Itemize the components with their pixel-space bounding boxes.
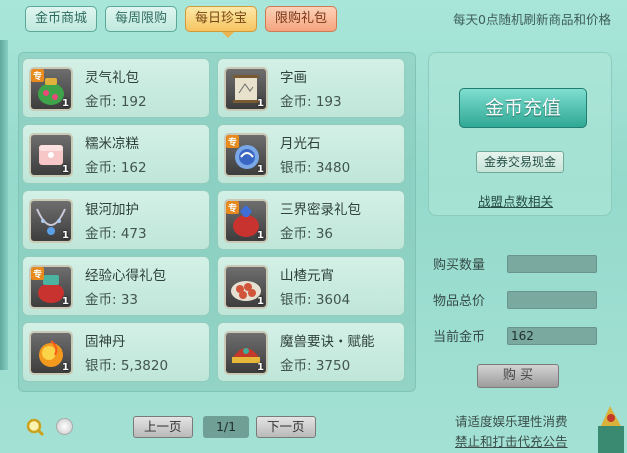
item-price: 金币: 33 (85, 292, 139, 308)
item-quantity: 1 (257, 98, 264, 109)
item-quantity: 1 (62, 164, 69, 175)
experience-bag-icon: 专 1 (29, 265, 73, 309)
item-card[interactable]: 1 字画 金币: 193 (217, 58, 405, 118)
item-name: 银河加护 (85, 202, 139, 218)
item-price: 银币: 3480 (280, 160, 351, 176)
tab-weekly-limit[interactable]: 每周限购 (105, 6, 178, 32)
galaxy-necklace-icon: 1 (29, 199, 73, 243)
union-points-link[interactable]: 战盟点数相关 (478, 191, 553, 210)
tab-daily-treasure[interactable]: 每日珍宝 (185, 6, 258, 32)
item-card[interactable]: 1 山楂元宵 银币: 3604 (217, 256, 405, 316)
exclusive-tag: 专 (226, 135, 240, 148)
total-price-label: 物品总价 (433, 294, 486, 309)
item-price: 金币: 193 (280, 94, 342, 110)
item-price: 金币: 36 (280, 226, 334, 242)
scroll-painting-icon: 1 (224, 67, 268, 111)
prev-page-button[interactable]: 上一页 (133, 416, 193, 438)
responsible-spending-text: 请适度娱乐理性消费 (455, 414, 568, 429)
item-card[interactable]: 1 固神丹 银币: 5,3820 (22, 322, 210, 382)
toggle-dot[interactable] (56, 418, 73, 435)
tab-gold-mall[interactable]: 金币商城 (25, 6, 98, 32)
item-name: 魔兽要诀・赋能 (280, 334, 375, 350)
spirit-bag-icon: 专 1 (29, 67, 73, 111)
item-quantity: 1 (62, 362, 69, 373)
exclusive-tag: 专 (31, 267, 45, 280)
item-card[interactable]: 1 魔兽要诀・赋能 金币: 3750 (217, 322, 405, 382)
rice-cake-icon: 1 (29, 133, 73, 177)
item-quantity: 1 (62, 296, 69, 307)
item-card[interactable]: 专 1 经验心得礼包 金币: 33 (22, 256, 210, 316)
gold-recharge-button[interactable]: 金币充值 (459, 88, 587, 128)
total-price-field (507, 291, 597, 309)
item-price: 银币: 5,3820 (85, 358, 169, 374)
item-price: 金币: 192 (85, 94, 147, 110)
secret-record-bag-icon: 专 1 (224, 199, 268, 243)
buy-button[interactable]: 购 买 (477, 364, 559, 388)
item-quantity: 1 (257, 164, 264, 175)
current-gold-label: 当前金币 (433, 330, 486, 345)
item-card[interactable]: 专 1 月光石 银币: 3480 (217, 124, 405, 184)
purchase-qty-field[interactable] (507, 255, 597, 273)
item-price: 银币: 3604 (280, 292, 351, 308)
exclusive-tag: 专 (226, 201, 240, 214)
item-name: 固神丹 (85, 334, 126, 350)
item-name: 山楂元宵 (280, 268, 334, 284)
item-card[interactable]: 专 1 灵气礼包 金币: 192 (22, 58, 210, 118)
item-card[interactable]: 专 1 三界密录礼包 金币: 36 (217, 190, 405, 250)
item-quantity: 1 (62, 230, 69, 241)
active-tab-pointer (222, 32, 234, 38)
beast-hat-icon: 1 (224, 331, 268, 375)
item-price: 金币: 162 (85, 160, 147, 176)
item-name: 灵气礼包 (85, 70, 139, 86)
item-quantity: 1 (62, 98, 69, 109)
refresh-notice: 每天0点随机刷新商品和价格 (453, 12, 611, 27)
exclusive-tag: 专 (31, 69, 45, 82)
item-name: 三界密录礼包 (280, 202, 361, 218)
next-page-button[interactable]: 下一页 (256, 416, 316, 438)
item-quantity: 1 (257, 362, 264, 373)
item-quantity: 1 (257, 230, 264, 241)
current-gold-field: 162 (507, 327, 597, 345)
tab-bar: 金币商城 每周限购 每日珍宝 限购礼包 (25, 6, 338, 32)
item-card[interactable]: 1 银河加护 金币: 473 (22, 190, 210, 250)
left-border-decoration (0, 40, 8, 370)
page-indicator: 1/1 (203, 416, 249, 438)
item-name: 月光石 (280, 136, 321, 152)
purchase-qty-label: 购买数量 (433, 258, 486, 273)
magnifier-icon[interactable] (25, 417, 45, 437)
mascot-corner-icon (598, 406, 624, 453)
item-name: 糯米凉糕 (85, 136, 139, 152)
anti-proxy-notice-link[interactable]: 禁止和打击代充公告 (455, 431, 568, 450)
hawthorn-dumpling-icon: 1 (224, 265, 268, 309)
tab-limited-gift[interactable]: 限购礼包 (265, 6, 338, 32)
item-price: 金币: 3750 (280, 358, 351, 374)
moonstone-icon: 专 1 (224, 133, 268, 177)
item-card[interactable]: 1 糯米凉糕 金币: 162 (22, 124, 210, 184)
item-name: 字画 (280, 70, 307, 86)
item-name: 经验心得礼包 (85, 268, 166, 284)
item-price: 金币: 473 (85, 226, 147, 242)
item-quantity: 1 (257, 296, 264, 307)
fire-pill-icon: 1 (29, 331, 73, 375)
coupon-exchange-button[interactable]: 金券交易现金 (476, 151, 564, 173)
